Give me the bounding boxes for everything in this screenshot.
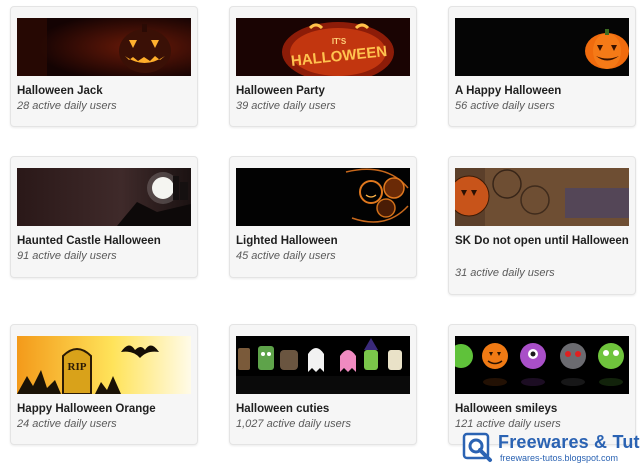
theme-thumbnail-jack-o-lantern[interactable]: [17, 18, 191, 76]
theme-users-count: 24 active daily users: [17, 418, 117, 430]
theme-card[interactable]: RIP Happy Halloween Orange 24 active dai…: [10, 324, 198, 445]
theme-thumbnail-monster-smileys[interactable]: [455, 336, 629, 394]
theme-thumbnail-haunted-castle[interactable]: [17, 168, 191, 226]
theme-title[interactable]: Halloween smileys: [455, 401, 631, 418]
svg-text:IT'S: IT'S: [332, 37, 347, 46]
watermark-url: freewares-tutos.blogspot.com: [500, 453, 619, 463]
theme-card[interactable]: IT'S HALLOWEEN Halloween Party 39 active…: [229, 6, 417, 127]
theme-users-count: 39 active daily users: [236, 100, 336, 112]
theme-thumbnail-vintage-stamp[interactable]: [455, 168, 629, 226]
svg-text:RIP: RIP: [68, 361, 87, 373]
theme-title[interactable]: Halloween cuties: [236, 401, 412, 418]
theme-title[interactable]: Haunted Castle Halloween: [17, 233, 193, 250]
theme-title[interactable]: Halloween Jack: [17, 83, 193, 100]
theme-users-count: 91 active daily users: [17, 250, 117, 262]
theme-card[interactable]: Halloween smileys 121 active daily users: [448, 324, 636, 445]
theme-title[interactable]: Halloween Party: [236, 83, 412, 100]
theme-card[interactable]: Halloween Jack 28 active daily users: [10, 6, 198, 127]
watermark-title: Freewares & Tutos: [498, 432, 640, 452]
freewares-tutos-watermark: Freewares & Tutos freewares-tutos.blogsp…: [458, 432, 640, 466]
theme-card[interactable]: Halloween cuties 1,027 active daily user…: [229, 324, 417, 445]
theme-card[interactable]: SK Do not open until Halloween 31 active…: [448, 156, 636, 295]
theme-title[interactable]: Happy Halloween Orange: [17, 401, 193, 418]
magnifier-logo-icon: [462, 432, 492, 462]
theme-users-count: 1,027 active daily users: [236, 418, 351, 430]
theme-title[interactable]: SK Do not open until Halloween: [455, 233, 631, 250]
theme-title[interactable]: Lighted Halloween: [236, 233, 412, 250]
theme-users-count: 31 active daily users: [455, 267, 555, 279]
theme-thumbnail-pumpkin-black[interactable]: [455, 18, 629, 76]
theme-users-count: 45 active daily users: [236, 250, 336, 262]
theme-thumbnail-cute-monsters[interactable]: [236, 336, 410, 394]
theme-users-count: 56 active daily users: [455, 100, 555, 112]
theme-card[interactable]: Lighted Halloween 45 active daily users: [229, 156, 417, 278]
theme-thumbnail-halloween-party[interactable]: IT'S HALLOWEEN: [236, 18, 410, 76]
theme-thumbnail-lighted-pumpkins[interactable]: [236, 168, 410, 226]
theme-card[interactable]: A Happy Halloween 56 active daily users: [448, 6, 636, 127]
theme-title[interactable]: A Happy Halloween: [455, 83, 631, 100]
theme-card[interactable]: Haunted Castle Halloween 91 active daily…: [10, 156, 198, 278]
theme-users-count: 28 active daily users: [17, 100, 117, 112]
theme-users-count: 121 active daily users: [455, 418, 561, 430]
theme-thumbnail-rip-tombstone[interactable]: RIP: [17, 336, 191, 394]
